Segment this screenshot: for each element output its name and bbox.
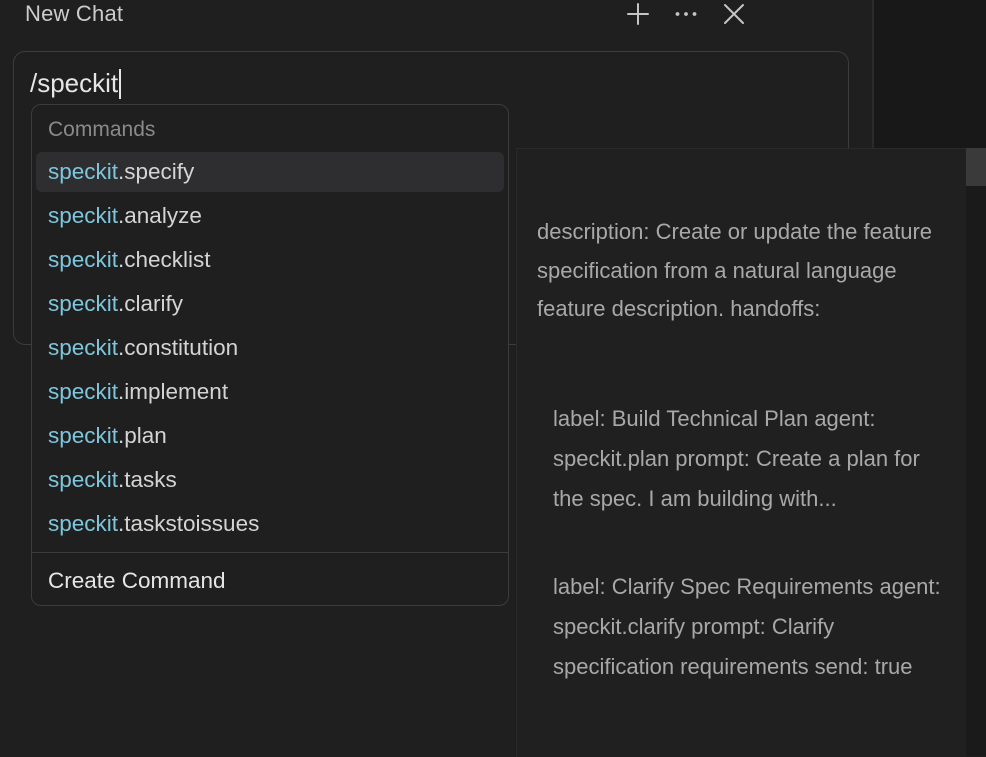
command-item-prefix: speckit (48, 379, 119, 404)
command-item-name: .plan (118, 423, 167, 448)
command-item-prefix: speckit (48, 467, 119, 492)
command-item-name: .implement (118, 379, 229, 404)
menu-divider (32, 552, 508, 553)
command-item-prefix: speckit (48, 335, 119, 360)
command-item-taskstoissues[interactable]: speckit .taskstoissues (36, 504, 504, 544)
commands-header: Commands (48, 118, 156, 141)
text-caret (119, 68, 122, 99)
command-description: description: Create or update the featur… (537, 219, 933, 321)
command-item-tasks[interactable]: speckit .tasks (36, 460, 504, 500)
more-actions-button[interactable] (662, 0, 710, 28)
command-item-name: .taskstoissues (118, 511, 260, 536)
command-item-plan[interactable]: speckit .plan (36, 416, 504, 456)
command-item-implement[interactable]: speckit .implement (36, 372, 504, 412)
command-item-name: .clarify (118, 291, 184, 316)
command-item-name: .tasks (118, 467, 177, 492)
command-item-prefix: speckit (48, 203, 119, 228)
close-icon (724, 4, 744, 24)
command-item-clarify[interactable]: speckit .clarify (36, 284, 504, 324)
handoff-item: label: Build Technical Plan agent: speck… (553, 406, 920, 511)
title-actions (614, 0, 758, 28)
chat-input[interactable]: /speckit (30, 68, 122, 99)
command-menu: Commands speckit .specify speckit .analyze s… (31, 104, 509, 606)
create-command-item[interactable]: Create Command (48, 568, 226, 594)
plus-icon (627, 3, 649, 25)
command-item-prefix: speckit (48, 511, 119, 536)
close-button[interactable] (710, 0, 758, 28)
more-icon (675, 12, 697, 16)
chat-title: New Chat (25, 1, 124, 26)
new-chat-button[interactable] (614, 0, 662, 28)
command-item-analyze[interactable]: speckit .analyze (36, 196, 504, 236)
command-item-prefix: speckit (48, 423, 119, 448)
chat-input-value: /speckit (30, 68, 119, 98)
handoff-item: label: Clarify Spec Requirements agent: … (553, 574, 941, 679)
command-item-constitution[interactable]: speckit .constitution (36, 328, 504, 368)
command-item-prefix: speckit (48, 159, 119, 184)
detail-scrollbar[interactable] (966, 148, 986, 756)
command-item-name: .specify (118, 159, 195, 184)
command-list: speckit .specify speckit .analyze speckit .ch… (36, 152, 504, 548)
command-item-name: .analyze (118, 203, 202, 228)
command-item-prefix: speckit (48, 291, 119, 316)
command-detail-panel: description: Create or update the featur… (516, 148, 967, 757)
command-item-name: .checklist (118, 247, 211, 272)
command-item-specify[interactable]: speckit .specify (36, 152, 504, 192)
command-item-prefix: speckit (48, 247, 119, 272)
command-item-checklist[interactable]: speckit .checklist (36, 240, 504, 280)
command-item-name: .constitution (118, 335, 239, 360)
detail-scrollbar-thumb[interactable] (966, 148, 986, 186)
